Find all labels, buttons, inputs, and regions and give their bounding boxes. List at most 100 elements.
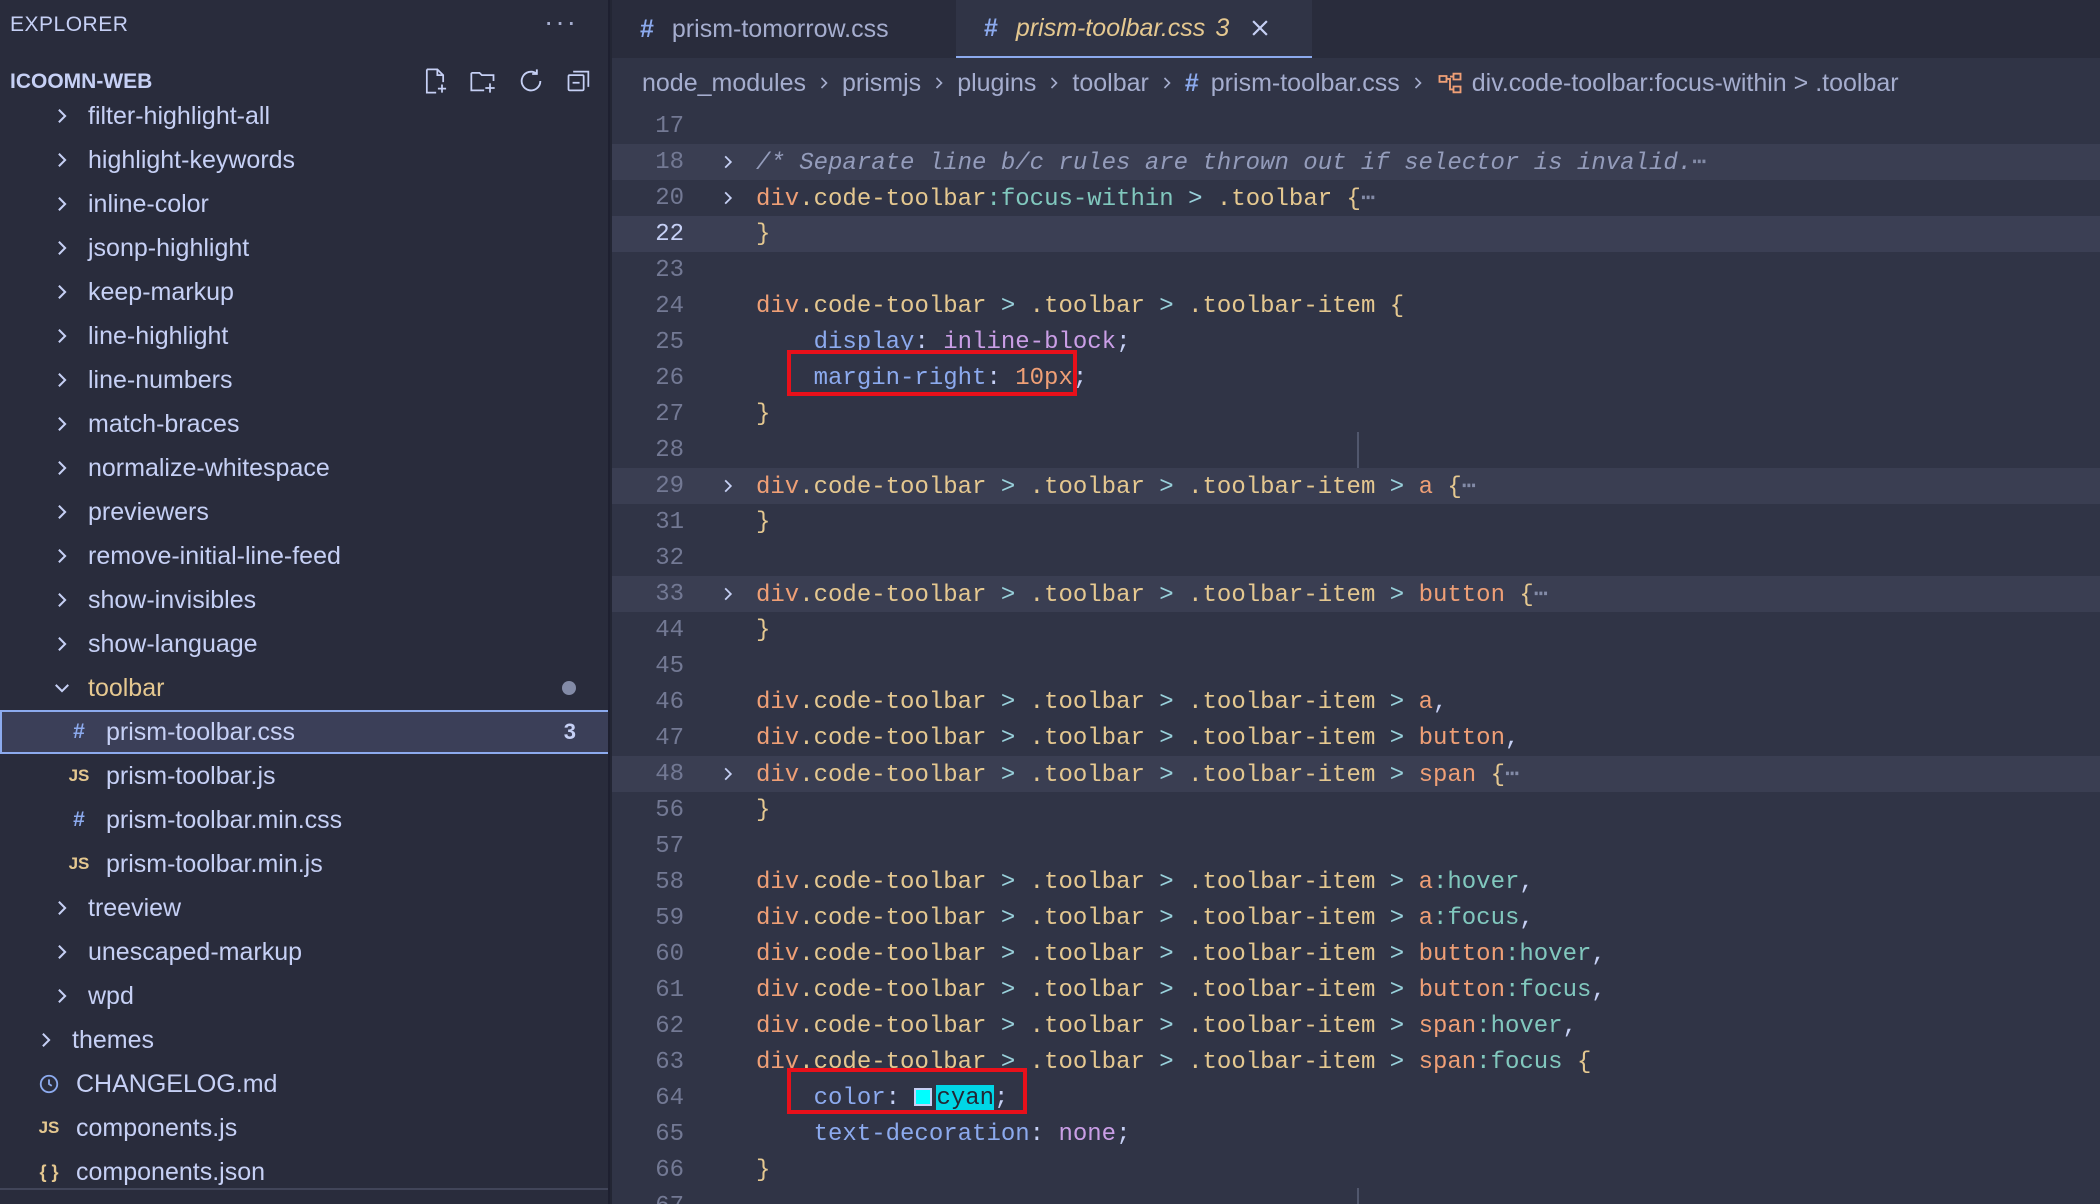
breadcrumb-item[interactable]: plugins xyxy=(957,69,1036,98)
chevron-right-icon[interactable] xyxy=(50,500,74,524)
code-line[interactable]: 46 div.code-toolbar > .toolbar > .toolbar… xyxy=(612,684,2100,720)
code-line[interactable]: 66} xyxy=(612,1152,2100,1188)
code-line[interactable]: 32 xyxy=(612,540,2100,576)
code-line[interactable]: 48 div.code-toolbar > .toolbar > .toolbar… xyxy=(612,756,2100,792)
tree-folder[interactable]: wpd xyxy=(0,974,608,1018)
close-icon[interactable] xyxy=(1249,17,1271,39)
tree-folder[interactable]: previewers xyxy=(0,490,608,534)
code-line[interactable]: 44} xyxy=(612,612,2100,648)
code-line[interactable]: 23 xyxy=(612,252,2100,288)
collapse-all-icon[interactable] xyxy=(562,64,596,98)
tree-folder[interactable]: treeview xyxy=(0,886,608,930)
chevron-right-icon[interactable] xyxy=(50,148,74,172)
code-line[interactable]: 18 /* Separate line b/c rules are thrown … xyxy=(612,144,2100,180)
tree-folder[interactable]: inline-color xyxy=(0,182,608,226)
fold-chevron-icon[interactable] xyxy=(714,468,742,504)
chevron-right-icon[interactable] xyxy=(50,368,74,392)
tree-file[interactable]: JS components.js xyxy=(0,1106,608,1150)
chevron-right-icon[interactable] xyxy=(50,896,74,920)
chevron-right-icon[interactable] xyxy=(50,544,74,568)
code-line[interactable]: 58 div.code-toolbar > .toolbar > .toolbar… xyxy=(612,864,2100,900)
chevron-right-icon[interactable] xyxy=(50,984,74,1008)
tree-folder[interactable]: normalize-whitespace xyxy=(0,446,608,490)
code-token: .toolbar xyxy=(1029,688,1145,716)
code-line[interactable]: 31} xyxy=(612,504,2100,540)
code-token: .code-toolbar xyxy=(799,724,987,752)
chevron-right-icon[interactable] xyxy=(50,236,74,260)
tree-folder[interactable]: jsonp-highlight xyxy=(0,226,608,270)
code-text: } xyxy=(756,401,770,428)
fold-gutter xyxy=(714,252,742,288)
chevron-right-icon[interactable] xyxy=(50,588,74,612)
tree-folder[interactable]: line-highlight xyxy=(0,314,608,358)
code-line[interactable]: 45 xyxy=(612,648,2100,684)
editor-tab[interactable]: # prism-tomorrow.css xyxy=(612,0,956,58)
chevron-right-icon[interactable] xyxy=(50,456,74,480)
code-line[interactable]: 61 div.code-toolbar > .toolbar > .toolbar… xyxy=(612,972,2100,1008)
code-token: > xyxy=(1375,868,1419,896)
fold-chevron-icon[interactable] xyxy=(714,576,742,612)
code-line[interactable]: 59 div.code-toolbar > .toolbar > .toolbar… xyxy=(612,900,2100,936)
tree-folder[interactable]: toolbar xyxy=(0,666,608,710)
code-line[interactable]: 20 div.code-toolbar:focus-within > .toolb… xyxy=(612,180,2100,216)
tree-folder[interactable]: match-braces xyxy=(0,402,608,446)
chevron-right-icon[interactable] xyxy=(50,324,74,348)
code-line[interactable]: 17 xyxy=(612,108,2100,144)
code-line[interactable]: 67 xyxy=(612,1188,2100,1204)
tree-folder[interactable]: highlight-keywords xyxy=(0,138,608,182)
fold-gutter xyxy=(714,108,742,144)
tree-file[interactable]: JS prism-toolbar.js xyxy=(0,754,608,798)
code-line[interactable]: 24 div.code-toolbar > .toolbar > .toolbar… xyxy=(612,288,2100,324)
breadcrumb-item[interactable]: toolbar xyxy=(1072,69,1148,98)
code-text: div.code-toolbar > .toolbar > .toolbar-i… xyxy=(756,689,1447,716)
breadcrumb-item[interactable]: prismjs xyxy=(842,69,921,98)
tree-folder[interactable]: show-language xyxy=(0,622,608,666)
fold-chevron-icon[interactable] xyxy=(714,756,742,792)
code-editor[interactable]: 17 18 /* Separate line b/c rules are throw… xyxy=(612,108,2100,1204)
chevron-right-icon[interactable] xyxy=(50,412,74,436)
code-line[interactable]: 29 div.code-toolbar > .toolbar > .toolbar… xyxy=(612,468,2100,504)
tree-folder[interactable]: filter-highlight-all xyxy=(0,94,608,138)
chevron-right-icon[interactable] xyxy=(50,632,74,656)
new-file-icon[interactable] xyxy=(418,64,452,98)
more-actions-icon[interactable]: ··· xyxy=(544,6,578,38)
chevron-down-icon[interactable] xyxy=(50,676,74,700)
refresh-icon[interactable] xyxy=(514,64,548,98)
code-token: :hover xyxy=(1432,868,1520,896)
breadcrumb-item[interactable]: prism-toolbar.css xyxy=(1211,69,1400,98)
code-line[interactable]: 60 div.code-toolbar > .toolbar > .toolbar… xyxy=(612,936,2100,972)
tree-file[interactable]: JS prism-toolbar.min.js xyxy=(0,842,608,886)
chevron-right-icon[interactable] xyxy=(50,192,74,216)
code-line[interactable]: 27} xyxy=(612,396,2100,432)
code-line[interactable]: 22} xyxy=(612,216,2100,252)
tree-file[interactable]: CHANGELOG.md xyxy=(0,1062,608,1106)
tree-file[interactable]: # prism-toolbar.css 3 xyxy=(0,710,608,754)
code-line[interactable]: 65 text-decoration: none; xyxy=(612,1116,2100,1152)
tree-folder[interactable]: line-numbers xyxy=(0,358,608,402)
code-line[interactable]: 47 div.code-toolbar > .toolbar > .toolbar… xyxy=(612,720,2100,756)
new-folder-icon[interactable] xyxy=(466,64,500,98)
fold-chevron-icon[interactable] xyxy=(714,180,742,216)
chevron-right-icon[interactable] xyxy=(50,104,74,128)
code-line[interactable]: 57 xyxy=(612,828,2100,864)
code-line[interactable]: 33 div.code-toolbar > .toolbar > .toolbar… xyxy=(612,576,2100,612)
breadcrumb-item[interactable]: div.code-toolbar:focus-within > .toolbar xyxy=(1472,69,1899,98)
code-token: ⋯ xyxy=(1360,186,1376,213)
tree-item-label: match-braces xyxy=(88,409,240,438)
editor-tab[interactable]: # prism-toolbar.css 3 xyxy=(956,0,1312,58)
fold-chevron-icon[interactable] xyxy=(714,144,742,180)
chevron-right-icon[interactable] xyxy=(34,1028,58,1052)
code-token: { xyxy=(1476,762,1505,789)
tree-folder[interactable]: show-invisibles xyxy=(0,578,608,622)
breadcrumb-item[interactable]: node_modules xyxy=(642,69,806,98)
chevron-right-icon[interactable] xyxy=(50,940,74,964)
tree-folder[interactable]: themes xyxy=(0,1018,608,1062)
tree-file[interactable]: # prism-toolbar.min.css xyxy=(0,798,608,842)
code-line[interactable]: 62 div.code-toolbar > .toolbar > .toolbar… xyxy=(612,1008,2100,1044)
code-line[interactable]: 28 xyxy=(612,432,2100,468)
code-line[interactable]: 56} xyxy=(612,792,2100,828)
tree-folder[interactable]: keep-markup xyxy=(0,270,608,314)
tree-folder[interactable]: remove-initial-line-feed xyxy=(0,534,608,578)
chevron-right-icon[interactable] xyxy=(50,280,74,304)
tree-folder[interactable]: unescaped-markup xyxy=(0,930,608,974)
